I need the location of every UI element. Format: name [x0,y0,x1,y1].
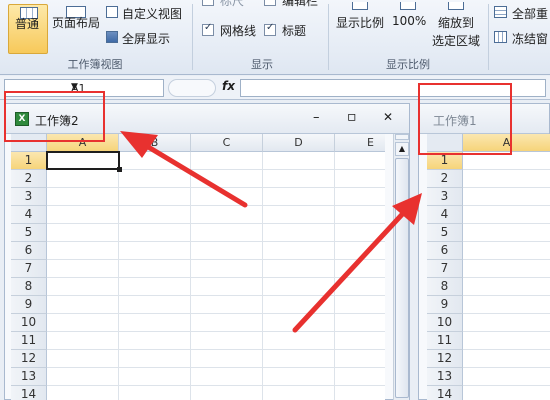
annotation-arrow-right [292,205,411,333]
annotation-arrow-left [137,139,248,208]
annotation-arrowhead-left [120,131,158,158]
annotation-arrows [120,131,422,333]
